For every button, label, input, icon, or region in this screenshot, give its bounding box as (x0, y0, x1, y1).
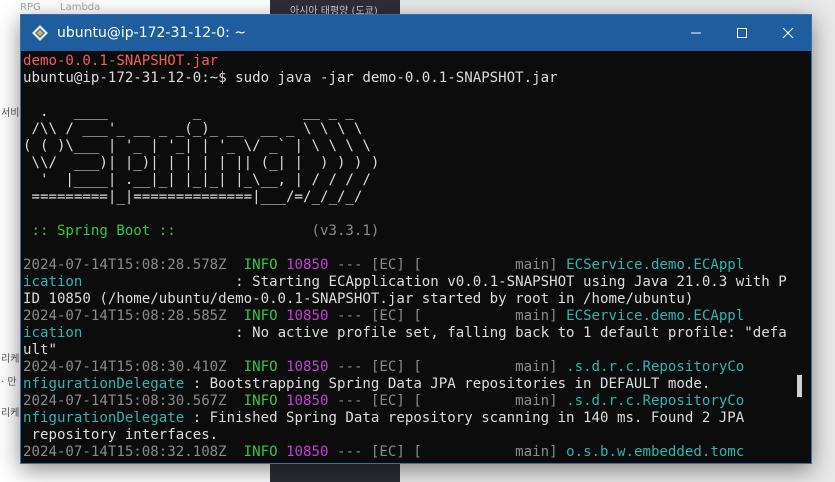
terminal-text: --- [EC] [ main] (328, 308, 567, 324)
terminal-text: INFO (243, 393, 287, 409)
minimize-icon (691, 32, 701, 34)
terminal-text: INFO (243, 257, 287, 273)
terminal-line: repository interfaces. (23, 427, 791, 444)
terminal-text: ult" (23, 342, 57, 358)
terminal-text: : Starting ECApplication v0.0.1-SNAPSHOT… (82, 274, 787, 290)
terminal-text: --- [EC] [ main] (328, 257, 567, 273)
terminal-text: ECService.demo.ECAppl (566, 308, 745, 324)
maximize-button[interactable] (719, 15, 765, 51)
terminal-line: =========|_|==============|___/=/_/_/_/ (23, 189, 791, 206)
terminal-text: INFO (243, 444, 287, 459)
terminal-line: ication : Starting ECApplication v0.0.1-… (23, 274, 791, 291)
terminal-text: /\\ / ___'_ __ _ _(_)_ __ __ _ \ \ \ \ (23, 121, 363, 137)
terminal-text: \\/ ___)| |_)| | | | | || (_| | ) ) ) ) (23, 155, 380, 171)
terminal-text: demo-0.0.1-SNAPSHOT.jar (23, 53, 219, 69)
terminal-line: . ____ _ __ _ _ (23, 104, 791, 121)
window-title: ubuntu@ip-172-31-12-0: ~ (57, 25, 247, 41)
terminal-line: ID 10850 (/home/ubuntu/demo-0.0.1-SNAPSH… (23, 291, 791, 308)
terminal-text: o.s.b.w.embedded.tomc (566, 444, 745, 459)
terminal-text: .s.d.r.c.RepositoryCo (566, 359, 745, 375)
background-text: RPG (20, 2, 41, 13)
terminal-text: :: Spring Boot :: (23, 223, 176, 239)
terminal-text: ID 10850 (/home/ubuntu/demo-0.0.1-SNAPSH… (23, 291, 694, 307)
terminal-text: INFO (243, 359, 287, 375)
terminal-line: :: Spring Boot :: (v3.3.1) (23, 223, 791, 240)
background-text: 리케 (1, 354, 20, 365)
terminal-text: 2024-07-14T15:08:30.567Z (23, 393, 244, 409)
terminal-line: ication : No active profile set, falling… (23, 325, 791, 342)
terminal-text: INFO (243, 308, 287, 324)
terminal-text: 2024-07-14T15:08:32.108Z (23, 444, 244, 459)
terminal-text: =========|_|==============|___/=/_/_/_/ (23, 189, 363, 205)
terminal-line: 2024-07-14T15:08:28.578Z INFO 10850 --- … (23, 257, 791, 274)
maximize-icon (737, 28, 747, 38)
terminal-window[interactable]: ubuntu@ip-172-31-12-0: ~ demo-0.0.1-SNAP… (20, 14, 812, 464)
terminal-text: . ____ _ __ _ _ (23, 104, 354, 120)
scrollbar[interactable] (795, 53, 809, 459)
terminal-text: ' |____| .__|_| |_|_| |_\__, | / / / / (23, 172, 371, 188)
terminal-text: 10850 (286, 359, 329, 375)
terminal-text: : Bootstrapping Spring Data JPA reposito… (184, 376, 711, 392)
terminal-text: nfigurationDelegate (23, 376, 185, 392)
terminal-text: 10850 (286, 308, 329, 324)
terminal-text: ication (23, 274, 83, 290)
terminal-text: 2024-07-14T15:08:28.585Z (23, 308, 244, 324)
terminal-line: \\/ ___)| |_)| | | | | || (_| | ) ) ) ) (23, 155, 791, 172)
background-text: 리케 (1, 408, 20, 419)
background-text: Lambda (60, 2, 101, 13)
terminal-line: ' |____| .__|_| |_|_| |_\__, | / / / / (23, 172, 791, 189)
terminal-text: nfigurationDelegate (23, 410, 185, 426)
terminal-line: nfigurationDelegate : Bootstrapping Spri… (23, 376, 791, 393)
terminal-text: repository interfaces. (23, 427, 219, 443)
terminal-text: : No active profile set, falling back to… (82, 325, 787, 341)
terminal-text: .s.d.r.c.RepositoryCo (566, 393, 745, 409)
ubuntu-tux-icon (32, 25, 48, 41)
terminal-line: ubuntu@ip-172-31-12-0:~$ sudo java -jar … (23, 70, 791, 87)
terminal-text: ication (23, 325, 83, 341)
terminal-line: 2024-07-14T15:08:28.585Z INFO 10850 --- … (23, 308, 791, 325)
terminal-line: ult" (23, 342, 791, 359)
terminal-text: 10850 (286, 393, 329, 409)
terminal-output[interactable]: demo-0.0.1-SNAPSHOT.jar ubuntu@ip-172-31-… (23, 53, 791, 459)
terminal-line: /\\ / ___'_ __ _ _(_)_ __ __ _ \ \ \ \ (23, 121, 791, 138)
terminal-text: 10850 (286, 444, 329, 459)
terminal-text: 10850 (286, 257, 329, 273)
terminal-text: : Finished Spring Data repository scanni… (184, 410, 745, 426)
terminal-text: --- [EC] [ main] (328, 393, 567, 409)
title-bar[interactable]: ubuntu@ip-172-31-12-0: ~ (21, 15, 811, 51)
terminal-line: nfigurationDelegate : Finished Spring Da… (23, 410, 791, 427)
terminal-line: 2024-07-14T15:08:32.108Z INFO 10850 --- … (23, 444, 791, 459)
terminal-text: --- [EC] [ main] (328, 359, 567, 375)
terminal-line: 2024-07-14T15:08:30.567Z INFO 10850 --- … (23, 393, 791, 410)
background-text: · 만 (1, 377, 17, 388)
minimize-button[interactable] (673, 15, 719, 51)
terminal-text: (v3.3.1) (175, 223, 380, 239)
terminal-text: ubuntu@ip-172-31-12-0:~$ sudo java -jar … (23, 70, 558, 86)
terminal-text: --- [EC] [ main] (328, 444, 567, 459)
terminal-text: 2024-07-14T15:08:30.410Z (23, 359, 244, 375)
terminal-text: ( ( )\___ | '_ | '_| | '_ \/ _` | \ \ \ … (23, 138, 371, 154)
scrollbar-thumb[interactable] (797, 375, 802, 397)
terminal-text: ECService.demo.ECAppl (566, 257, 745, 273)
terminal-text: 2024-07-14T15:08:28.578Z (23, 257, 244, 273)
terminal-line: ( ( )\___ | '_ | '_| | '_ \/ _` | \ \ \ … (23, 138, 791, 155)
terminal-line: demo-0.0.1-SNAPSHOT.jar (23, 53, 791, 70)
terminal-line: 2024-07-14T15:08:30.410Z INFO 10850 --- … (23, 359, 791, 376)
background-text: 서비 (1, 108, 20, 119)
close-button[interactable] (765, 15, 811, 51)
close-icon (782, 27, 794, 39)
